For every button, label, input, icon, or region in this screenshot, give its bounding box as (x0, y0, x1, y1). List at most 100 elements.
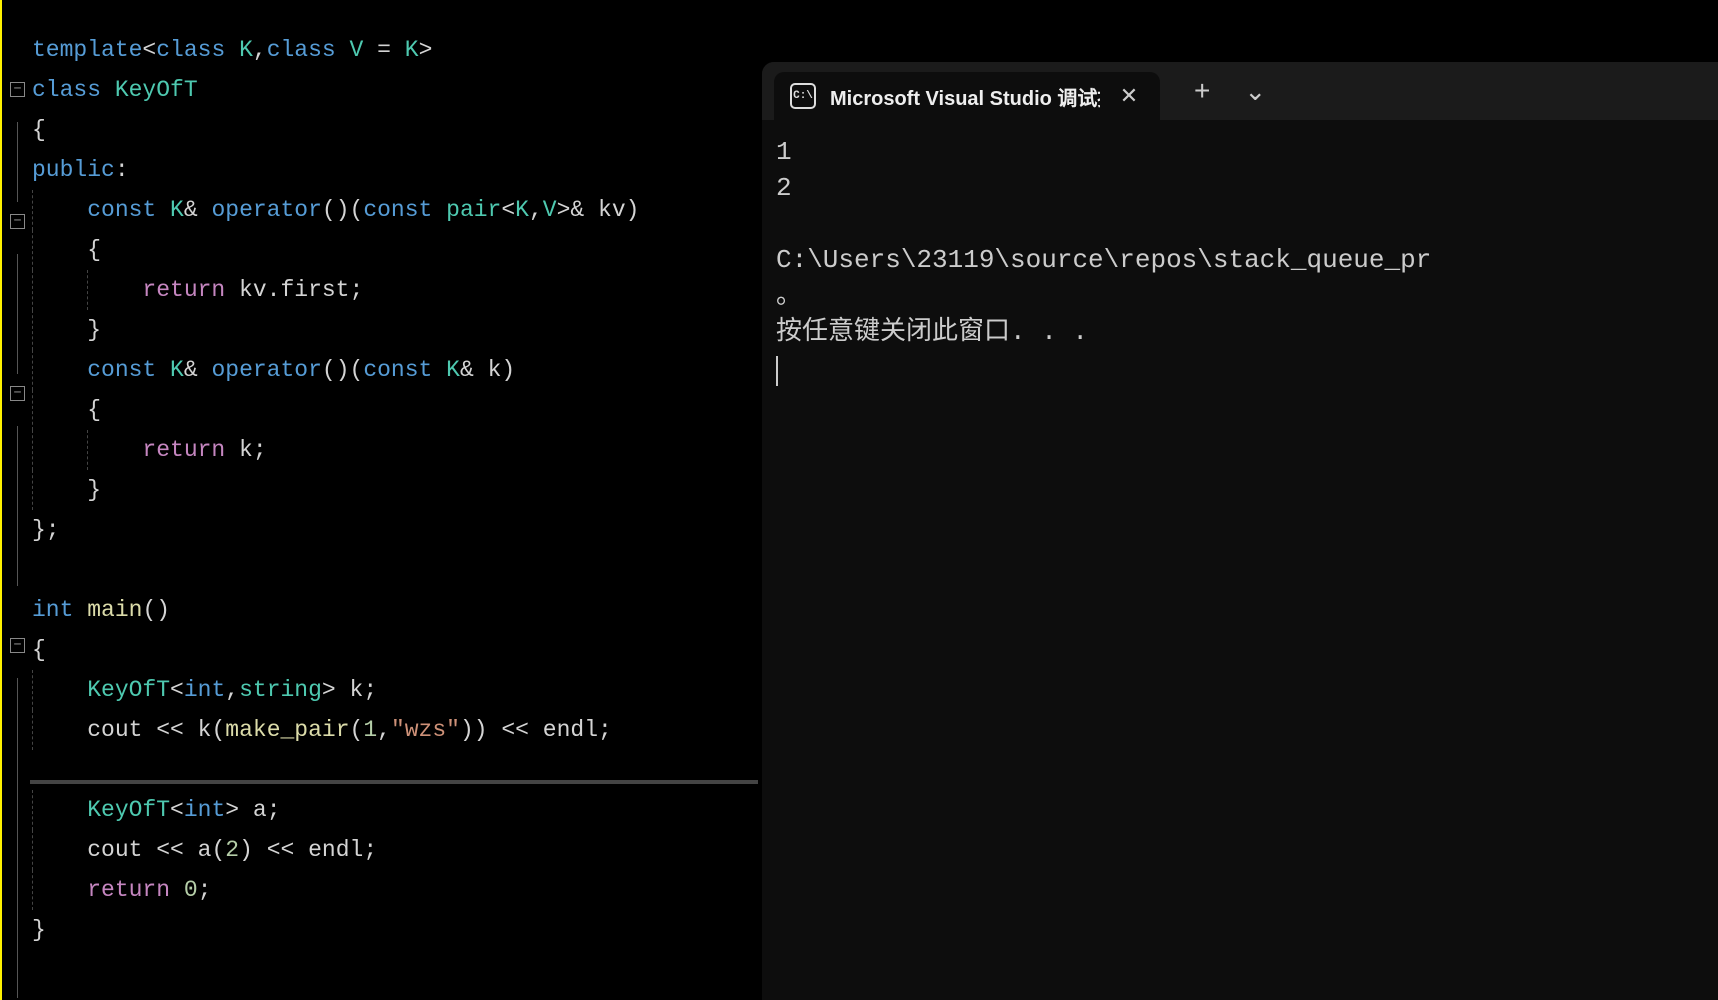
token-ident: k (350, 677, 364, 703)
code-line[interactable]: } (32, 470, 760, 510)
new-tab-button[interactable]: + (1194, 77, 1210, 105)
code-line[interactable]: const K& operator()(const K& k) (32, 350, 760, 390)
token-op: ; (598, 717, 612, 743)
token-op: < (170, 677, 184, 703)
code-line[interactable]: KeyOfT<int,string> k; (32, 670, 760, 710)
code-line[interactable]: int main() (32, 590, 760, 630)
token-type: K (239, 37, 253, 63)
code-line[interactable] (32, 750, 760, 790)
token-num: 1 (363, 717, 377, 743)
token-op: < (142, 37, 156, 63)
token-ident: k (198, 717, 212, 743)
code-line[interactable]: return kv.first; (32, 270, 760, 310)
token-classname: KeyOfT (87, 677, 170, 703)
token-op: , (253, 37, 267, 63)
token-op: << (142, 717, 197, 743)
code-line[interactable]: KeyOfT<int> a; (32, 790, 760, 830)
token-op: & (460, 357, 488, 383)
token-ident: cout (87, 837, 142, 863)
code-line[interactable]: return k; (32, 430, 760, 470)
token-op: ) (626, 197, 640, 223)
token-brace: { (32, 117, 46, 143)
token-ident: kv (598, 197, 626, 223)
token-op: ; (363, 677, 377, 703)
token-kw: class (32, 77, 101, 103)
token-brace: } (87, 477, 101, 503)
fold-toggle[interactable]: − (10, 214, 25, 229)
debug-console-window: C:\ Microsoft Visual Studio 调试控 ✕ + ⌄ 12… (762, 62, 1718, 1000)
token-type: K (515, 197, 529, 223)
code-line[interactable]: const K& operator()(const pair<K,V>& kv) (32, 190, 760, 230)
close-icon[interactable]: ✕ (1114, 83, 1144, 109)
token-kw: const (87, 197, 156, 223)
terminal-line: 按任意键关闭此窗口. . . (776, 314, 1704, 350)
token-op: >& (557, 197, 598, 223)
terminal-cursor (776, 356, 778, 386)
code-line[interactable]: }; (32, 510, 760, 550)
token-kw: class (156, 37, 225, 63)
token-op: & (184, 197, 212, 223)
token-op: << (142, 837, 197, 863)
terminal-tab[interactable]: C:\ Microsoft Visual Studio 调试控 ✕ (774, 72, 1160, 120)
token-kw: const (363, 357, 432, 383)
token-op: ()( (322, 197, 363, 223)
terminal-output[interactable]: 12 C:\Users\23119\source\repos\stack_queu… (762, 120, 1718, 1000)
token-op (73, 597, 87, 623)
token-str: "wzs" (391, 717, 460, 743)
terminal-titlebar: C:\ Microsoft Visual Studio 调试控 ✕ + ⌄ (762, 62, 1718, 120)
token-type: pair (446, 197, 501, 223)
token-op: ) << (239, 837, 308, 863)
code-line[interactable]: { (32, 230, 760, 270)
token-op (170, 877, 184, 903)
horizontal-scrollbar[interactable] (30, 780, 758, 784)
terminal-tab-title: Microsoft Visual Studio 调试控 (830, 82, 1100, 111)
token-op: ()( (322, 357, 363, 383)
token-fn: main (87, 597, 142, 623)
code-line[interactable]: { (32, 110, 760, 150)
fold-toggle[interactable]: − (10, 386, 25, 401)
code-line[interactable] (32, 550, 760, 590)
token-op (156, 357, 170, 383)
code-line[interactable]: return 0; (32, 870, 760, 910)
code-line[interactable]: cout << a(2) << endl; (32, 830, 760, 870)
fold-gutter: − − − − (0, 0, 32, 1000)
token-ident: k (488, 357, 502, 383)
code-line[interactable]: } (32, 310, 760, 350)
code-editor-pane[interactable]: −−−− template<class K,class V = K>class … (0, 0, 760, 1000)
token-brace: } (32, 917, 46, 943)
terminal-line: C:\Users\23119\source\repos\stack_queue_… (776, 242, 1704, 278)
code-line[interactable]: public: (32, 150, 760, 190)
token-type: K (170, 197, 184, 223)
code-line[interactable]: { (32, 390, 760, 430)
token-ident: a (253, 797, 267, 823)
token-kw: public (32, 157, 115, 183)
token-fn: make_pair (225, 717, 349, 743)
token-classname: KeyOfT (115, 77, 198, 103)
token-op: & (184, 357, 212, 383)
token-op: , (377, 717, 391, 743)
terminal-icon-label: C:\ (793, 90, 813, 102)
token-classname: KeyOfT (87, 797, 170, 823)
code-content[interactable]: template<class K,class V = K>class KeyOf… (32, 0, 760, 1000)
token-type: V (543, 197, 557, 223)
fold-toggle[interactable]: − (10, 82, 25, 97)
terminal-line: 2 (776, 170, 1704, 206)
fold-toggle[interactable]: − (10, 638, 25, 653)
token-ident: endl (543, 717, 598, 743)
terminal-line: 1 (776, 134, 1704, 170)
code-line[interactable]: cout << k(make_pair(1,"wzs")) << endl; (32, 710, 760, 750)
code-line[interactable]: } (32, 910, 760, 950)
code-line[interactable]: { (32, 630, 760, 670)
code-line[interactable]: template<class K,class V = K> (32, 30, 760, 70)
token-op (156, 197, 170, 223)
token-kw: operator (211, 357, 321, 383)
token-kw: const (363, 197, 432, 223)
token-op: > (322, 677, 350, 703)
token-keyword2: return (142, 437, 225, 463)
terminal-icon: C:\ (790, 83, 816, 109)
tab-dropdown-button[interactable]: ⌄ (1244, 78, 1266, 104)
token-type: K (170, 357, 184, 383)
token-brace: { (87, 397, 101, 423)
code-line[interactable]: class KeyOfT (32, 70, 760, 110)
token-op (101, 77, 115, 103)
